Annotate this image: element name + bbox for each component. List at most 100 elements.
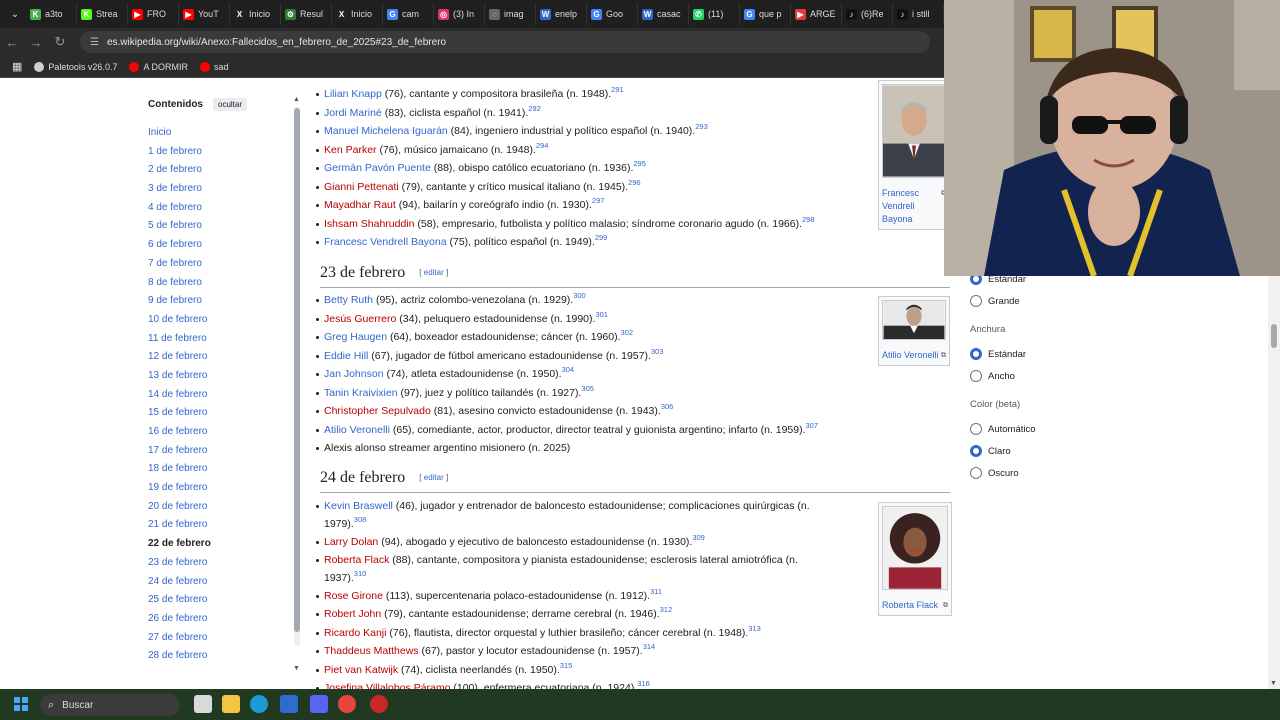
person-link[interactable]: Ricardo Kanji [324,627,386,639]
toc-item[interactable]: 1 de febrero [148,143,211,162]
bookmark-item[interactable]: sad [199,61,228,72]
browser-tab[interactable]: ⚙ Resul [281,3,332,25]
store-icon[interactable] [280,695,298,713]
radio-button[interactable] [970,370,982,382]
person-link[interactable]: Francesc Vendrell Bayona [324,236,447,248]
toc-item[interactable]: 4 de febrero [148,199,211,218]
reference-link[interactable]: 300 [573,291,586,300]
reference-link[interactable]: 291 [611,85,624,94]
scroll-thumb[interactable] [294,108,300,632]
reference-link[interactable]: 303 [651,347,664,356]
browser-tab[interactable]: X Inicio [332,3,383,25]
enlarge-icon[interactable]: ⧉ [943,599,948,612]
reference-link[interactable]: 314 [643,642,656,651]
reference-link[interactable]: 301 [595,310,608,319]
reference-link[interactable]: 299 [595,233,608,242]
toc-item[interactable]: 13 de febrero [148,367,211,386]
person-link[interactable]: Robert John [324,608,381,620]
back-arrow-icon[interactable]: ← [0,35,24,50]
reference-link[interactable]: 296 [628,178,641,187]
person-link[interactable]: Germán Pavón Puente [324,162,431,174]
edit-section-link[interactable]: [ editar ] [419,473,448,482]
person-link[interactable]: Jesús Guerrero [324,313,396,325]
chrome-icon[interactable] [338,695,356,713]
reference-link[interactable]: 312 [660,605,673,614]
toc-item[interactable]: 18 de febrero [148,460,211,479]
toc-item[interactable]: 2 de febrero [148,161,211,180]
scroll-down-icon[interactable]: ▼ [1270,680,1277,687]
reference-link[interactable]: 304 [562,365,575,374]
reference-link[interactable]: 298 [802,215,815,224]
person-link[interactable]: Greg Haugen [324,331,387,343]
edge-browser-icon[interactable] [250,695,268,713]
toc-item[interactable]: 23 de febrero [148,554,211,573]
browser-tab[interactable]: ▶ FRO [128,3,179,25]
person-link[interactable]: Mayadhar Raut [324,199,396,211]
toc-item[interactable]: 28 de febrero [148,647,211,666]
toc-item[interactable]: 20 de febrero [148,498,211,517]
radio-label[interactable]: Estándar [988,349,1026,360]
reference-link[interactable]: 313 [748,624,761,633]
tab-search-chevron-icon[interactable]: ⌄ [4,4,26,24]
radio-button[interactable] [970,423,982,435]
reference-link[interactable]: 306 [661,402,674,411]
thumbnail-caption[interactable]: Francesc Vendrell Bayona ⧉ [882,187,946,226]
toc-item[interactable]: 10 de febrero [148,311,211,330]
reference-link[interactable]: 292 [528,104,541,113]
address-bar[interactable]: ☰ es.wikipedia.org/wiki/Anexo:Fallecidos… [80,31,930,53]
browser-tab[interactable]: ◌ imag [485,3,536,25]
browser-tab[interactable]: Gcam [383,3,434,25]
toc-item[interactable]: 5 de febrero [148,217,211,236]
toc-item[interactable]: 15 de febrero [148,404,211,423]
site-info-icon[interactable]: ☰ [90,37,99,48]
browser-tab[interactable]: ◎ (3) In [434,3,485,25]
person-link[interactable]: Thaddeus Matthews [324,645,419,657]
browser-tab[interactable]: Wenelp [536,3,587,25]
portrait-image[interactable] [882,300,946,340]
bookmark-item[interactable]: Paletools v26.0.7 [34,61,117,72]
toc-item[interactable]: 19 de febrero [148,479,211,498]
enlarge-icon[interactable]: ⧉ [941,349,946,362]
reference-link[interactable]: 295 [633,159,646,168]
radio-label[interactable]: Ancho [988,371,1015,382]
toc-hide-button[interactable]: ocultar [213,98,248,111]
bookmark-item[interactable]: A DORMIR [129,61,188,72]
toc-item[interactable]: 9 de febrero [148,292,211,311]
reference-link[interactable]: 305 [581,384,594,393]
browser-tab[interactable]: Ka3to [26,3,77,25]
radio-option[interactable]: Oscuro [970,462,1170,484]
person-link[interactable]: Gianni Pettenati [324,181,399,193]
browser-tab[interactable]: ♪ (6)Re [842,3,893,25]
browser-tab[interactable]: ▶ YouT [179,3,230,25]
apps-grid-icon[interactable]: ▦ [12,60,22,73]
reference-link[interactable]: 311 [650,587,662,596]
person-link[interactable]: Ken Parker [324,144,377,156]
toc-item[interactable]: 24 de febrero [148,573,211,592]
thumbnail-francesc-vendrell[interactable]: Francesc Vendrell Bayona ⧉ [878,80,950,230]
toc-item[interactable]: 8 de febrero [148,274,211,293]
person-link[interactable]: Eddie Hill [324,350,368,362]
toc-item[interactable]: 7 de febrero [148,255,211,274]
browser-tab[interactable]: ♪ i still [893,3,944,25]
browser-tab[interactable]: X Inicio [230,3,281,25]
reference-link[interactable]: 316 [637,679,650,688]
browser-tab[interactable]: G Goo [587,3,638,25]
toc-scrollbar[interactable]: ▲ ▼ [293,96,300,672]
toc-item[interactable]: 6 de febrero [148,236,211,255]
reference-link[interactable]: 309 [692,533,705,542]
browser-tab[interactable]: ▶ ARGE [791,3,842,25]
toc-item[interactable]: 17 de febrero [148,442,211,461]
radio-option[interactable]: Estándar [970,343,1170,365]
person-link[interactable]: Josefina Villalobos Páramo [324,682,450,689]
scroll-up-icon[interactable]: ▲ [293,96,300,103]
toc-item[interactable]: 11 de febrero [148,330,211,349]
browser-tab[interactable]: ✆ (11) [689,3,740,25]
browser-tab[interactable]: K Strea [77,3,128,25]
toc-item[interactable]: 27 de febrero [148,629,211,648]
browser-tab[interactable]: Gque p [740,3,791,25]
toc-item[interactable]: 3 de febrero [148,180,211,199]
person-link[interactable]: Larry Dolan [324,536,378,548]
radio-label[interactable]: Grande [988,296,1020,307]
file-explorer-icon[interactable] [222,695,240,713]
reference-link[interactable]: 315 [560,661,573,670]
